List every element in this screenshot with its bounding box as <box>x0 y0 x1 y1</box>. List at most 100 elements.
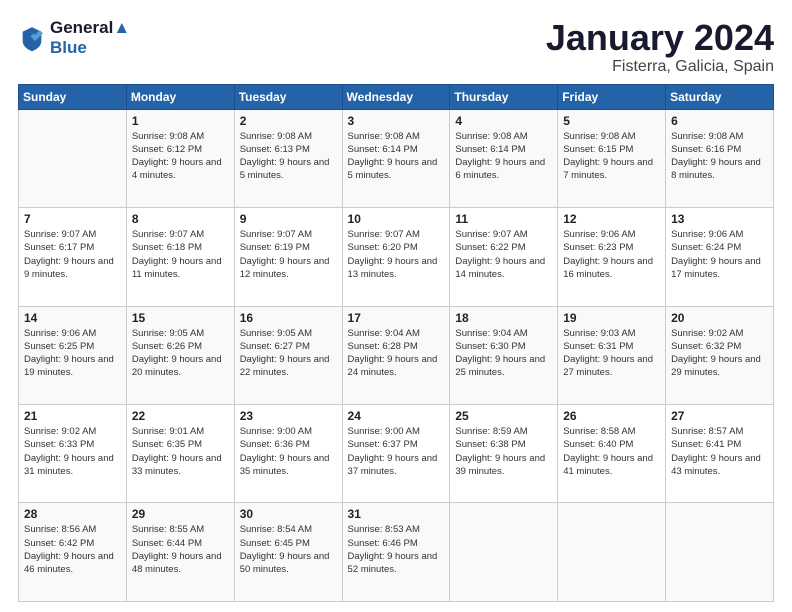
calendar-col-header: Monday <box>126 84 234 109</box>
calendar-cell: 11 Sunrise: 9:07 AM Sunset: 6:22 PM Dayl… <box>450 208 558 306</box>
calendar-body: 1 Sunrise: 9:08 AM Sunset: 6:12 PM Dayli… <box>19 109 774 601</box>
main-title: January 2024 <box>546 18 774 58</box>
calendar-cell: 23 Sunrise: 9:00 AM Sunset: 6:36 PM Dayl… <box>234 405 342 503</box>
calendar-header-row: SundayMondayTuesdayWednesdayThursdayFrid… <box>19 84 774 109</box>
day-number: 6 <box>671 114 768 128</box>
calendar-cell: 19 Sunrise: 9:03 AM Sunset: 6:31 PM Dayl… <box>558 306 666 404</box>
day-number: 13 <box>671 212 768 226</box>
day-info: Sunrise: 9:08 AM Sunset: 6:14 PM Dayligh… <box>348 130 445 183</box>
day-number: 31 <box>348 507 445 521</box>
logo-icon <box>18 24 46 52</box>
calendar-cell: 16 Sunrise: 9:05 AM Sunset: 6:27 PM Dayl… <box>234 306 342 404</box>
calendar-cell <box>558 503 666 602</box>
day-info: Sunrise: 8:54 AM Sunset: 6:45 PM Dayligh… <box>240 523 337 576</box>
calendar-col-header: Saturday <box>666 84 774 109</box>
logo-text: General▲ Blue <box>50 18 130 57</box>
day-number: 5 <box>563 114 660 128</box>
day-info: Sunrise: 9:08 AM Sunset: 6:15 PM Dayligh… <box>563 130 660 183</box>
logo: General▲ Blue <box>18 18 130 57</box>
calendar-cell: 30 Sunrise: 8:54 AM Sunset: 6:45 PM Dayl… <box>234 503 342 602</box>
day-info: Sunrise: 9:02 AM Sunset: 6:33 PM Dayligh… <box>24 425 121 478</box>
day-number: 16 <box>240 311 337 325</box>
day-number: 25 <box>455 409 552 423</box>
calendar-cell: 21 Sunrise: 9:02 AM Sunset: 6:33 PM Dayl… <box>19 405 127 503</box>
calendar-cell: 31 Sunrise: 8:53 AM Sunset: 6:46 PM Dayl… <box>342 503 450 602</box>
day-number: 17 <box>348 311 445 325</box>
day-info: Sunrise: 9:07 AM Sunset: 6:17 PM Dayligh… <box>24 228 121 281</box>
calendar-cell: 15 Sunrise: 9:05 AM Sunset: 6:26 PM Dayl… <box>126 306 234 404</box>
day-info: Sunrise: 9:03 AM Sunset: 6:31 PM Dayligh… <box>563 327 660 380</box>
day-info: Sunrise: 8:56 AM Sunset: 6:42 PM Dayligh… <box>24 523 121 576</box>
day-number: 7 <box>24 212 121 226</box>
day-number: 2 <box>240 114 337 128</box>
page: General▲ Blue January 2024 Fisterra, Gal… <box>0 0 792 612</box>
calendar-cell: 7 Sunrise: 9:07 AM Sunset: 6:17 PM Dayli… <box>19 208 127 306</box>
calendar-week-row: 7 Sunrise: 9:07 AM Sunset: 6:17 PM Dayli… <box>19 208 774 306</box>
calendar-cell: 22 Sunrise: 9:01 AM Sunset: 6:35 PM Dayl… <box>126 405 234 503</box>
day-number: 22 <box>132 409 229 423</box>
day-number: 21 <box>24 409 121 423</box>
calendar-cell: 10 Sunrise: 9:07 AM Sunset: 6:20 PM Dayl… <box>342 208 450 306</box>
day-info: Sunrise: 8:58 AM Sunset: 6:40 PM Dayligh… <box>563 425 660 478</box>
calendar-cell: 1 Sunrise: 9:08 AM Sunset: 6:12 PM Dayli… <box>126 109 234 207</box>
day-number: 4 <box>455 114 552 128</box>
day-info: Sunrise: 8:59 AM Sunset: 6:38 PM Dayligh… <box>455 425 552 478</box>
calendar-col-header: Sunday <box>19 84 127 109</box>
day-number: 14 <box>24 311 121 325</box>
day-info: Sunrise: 9:08 AM Sunset: 6:13 PM Dayligh… <box>240 130 337 183</box>
calendar-col-header: Wednesday <box>342 84 450 109</box>
day-info: Sunrise: 9:07 AM Sunset: 6:22 PM Dayligh… <box>455 228 552 281</box>
calendar-cell: 5 Sunrise: 9:08 AM Sunset: 6:15 PM Dayli… <box>558 109 666 207</box>
day-number: 29 <box>132 507 229 521</box>
day-info: Sunrise: 9:08 AM Sunset: 6:12 PM Dayligh… <box>132 130 229 183</box>
calendar-cell <box>666 503 774 602</box>
calendar-table: SundayMondayTuesdayWednesdayThursdayFrid… <box>18 84 774 602</box>
day-number: 9 <box>240 212 337 226</box>
calendar-cell: 8 Sunrise: 9:07 AM Sunset: 6:18 PM Dayli… <box>126 208 234 306</box>
calendar-week-row: 1 Sunrise: 9:08 AM Sunset: 6:12 PM Dayli… <box>19 109 774 207</box>
calendar-week-row: 14 Sunrise: 9:06 AM Sunset: 6:25 PM Dayl… <box>19 306 774 404</box>
calendar-cell: 18 Sunrise: 9:04 AM Sunset: 6:30 PM Dayl… <box>450 306 558 404</box>
day-number: 23 <box>240 409 337 423</box>
calendar-cell: 24 Sunrise: 9:00 AM Sunset: 6:37 PM Dayl… <box>342 405 450 503</box>
day-number: 10 <box>348 212 445 226</box>
header: General▲ Blue January 2024 Fisterra, Gal… <box>18 18 774 76</box>
calendar-week-row: 21 Sunrise: 9:02 AM Sunset: 6:33 PM Dayl… <box>19 405 774 503</box>
calendar-col-header: Thursday <box>450 84 558 109</box>
calendar-cell: 12 Sunrise: 9:06 AM Sunset: 6:23 PM Dayl… <box>558 208 666 306</box>
calendar-cell: 27 Sunrise: 8:57 AM Sunset: 6:41 PM Dayl… <box>666 405 774 503</box>
calendar-cell: 3 Sunrise: 9:08 AM Sunset: 6:14 PM Dayli… <box>342 109 450 207</box>
day-info: Sunrise: 9:01 AM Sunset: 6:35 PM Dayligh… <box>132 425 229 478</box>
calendar-cell: 6 Sunrise: 9:08 AM Sunset: 6:16 PM Dayli… <box>666 109 774 207</box>
day-number: 3 <box>348 114 445 128</box>
day-info: Sunrise: 9:08 AM Sunset: 6:16 PM Dayligh… <box>671 130 768 183</box>
day-info: Sunrise: 9:04 AM Sunset: 6:30 PM Dayligh… <box>455 327 552 380</box>
day-number: 12 <box>563 212 660 226</box>
day-info: Sunrise: 9:07 AM Sunset: 6:18 PM Dayligh… <box>132 228 229 281</box>
day-info: Sunrise: 9:05 AM Sunset: 6:27 PM Dayligh… <box>240 327 337 380</box>
calendar-cell: 29 Sunrise: 8:55 AM Sunset: 6:44 PM Dayl… <box>126 503 234 602</box>
day-number: 27 <box>671 409 768 423</box>
calendar-col-header: Tuesday <box>234 84 342 109</box>
day-number: 8 <box>132 212 229 226</box>
calendar-cell: 2 Sunrise: 9:08 AM Sunset: 6:13 PM Dayli… <box>234 109 342 207</box>
calendar-cell: 4 Sunrise: 9:08 AM Sunset: 6:14 PM Dayli… <box>450 109 558 207</box>
day-number: 19 <box>563 311 660 325</box>
day-info: Sunrise: 9:07 AM Sunset: 6:19 PM Dayligh… <box>240 228 337 281</box>
day-number: 30 <box>240 507 337 521</box>
calendar-cell: 25 Sunrise: 8:59 AM Sunset: 6:38 PM Dayl… <box>450 405 558 503</box>
calendar-cell <box>19 109 127 207</box>
day-info: Sunrise: 9:06 AM Sunset: 6:23 PM Dayligh… <box>563 228 660 281</box>
day-info: Sunrise: 8:53 AM Sunset: 6:46 PM Dayligh… <box>348 523 445 576</box>
day-number: 26 <box>563 409 660 423</box>
calendar-cell: 17 Sunrise: 9:04 AM Sunset: 6:28 PM Dayl… <box>342 306 450 404</box>
day-info: Sunrise: 9:02 AM Sunset: 6:32 PM Dayligh… <box>671 327 768 380</box>
subtitle: Fisterra, Galicia, Spain <box>546 58 774 76</box>
calendar-cell: 20 Sunrise: 9:02 AM Sunset: 6:32 PM Dayl… <box>666 306 774 404</box>
day-info: Sunrise: 9:00 AM Sunset: 6:36 PM Dayligh… <box>240 425 337 478</box>
day-number: 24 <box>348 409 445 423</box>
day-info: Sunrise: 8:55 AM Sunset: 6:44 PM Dayligh… <box>132 523 229 576</box>
calendar-cell: 13 Sunrise: 9:06 AM Sunset: 6:24 PM Dayl… <box>666 208 774 306</box>
day-number: 11 <box>455 212 552 226</box>
day-number: 18 <box>455 311 552 325</box>
